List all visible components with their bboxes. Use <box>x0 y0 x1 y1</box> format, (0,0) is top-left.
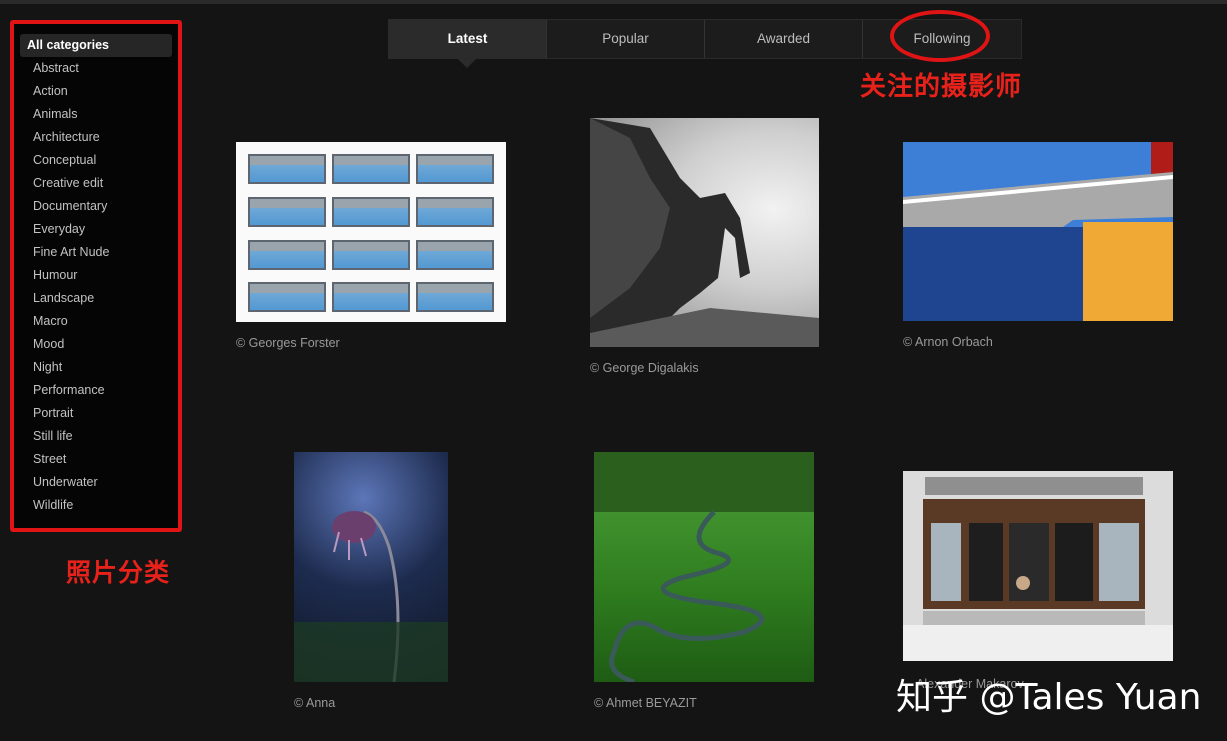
sea-arch-photo[interactable] <box>590 118 819 347</box>
category-animals[interactable]: Animals <box>20 103 172 126</box>
tab-following[interactable]: Following <box>863 20 1021 58</box>
category-sidebar: All categories Abstract Action Animals A… <box>14 24 178 530</box>
photo-caption[interactable]: © Arnon Orbach <box>903 335 993 349</box>
category-list: All categories Abstract Action Animals A… <box>14 24 178 517</box>
annotation-following-label: 关注的摄影师 <box>860 72 1023 102</box>
active-tab-pointer-icon <box>458 59 476 68</box>
feed-tabs: Latest Popular Awarded Following <box>388 19 1022 59</box>
category-wildlife[interactable]: Wildlife <box>20 494 172 517</box>
category-creative-edit[interactable]: Creative edit <box>20 172 172 195</box>
category-conceptual[interactable]: Conceptual <box>20 149 172 172</box>
photo-caption[interactable]: © Anna <box>294 696 335 710</box>
category-night[interactable]: Night <box>20 356 172 379</box>
window-photo[interactable] <box>903 471 1173 661</box>
photo-caption[interactable]: © Ahmet BEYAZIT <box>594 696 697 710</box>
category-macro[interactable]: Macro <box>20 310 172 333</box>
tab-awarded[interactable]: Awarded <box>705 20 863 58</box>
photo-caption[interactable]: © Georges Forster <box>236 336 340 350</box>
category-landscape[interactable]: Landscape <box>20 287 172 310</box>
category-architecture[interactable]: Architecture <box>20 126 172 149</box>
category-street[interactable]: Street <box>20 448 172 471</box>
river-photo[interactable] <box>594 452 814 682</box>
zhihu-watermark: 知乎 @Tales Yuan <box>896 677 1202 718</box>
category-portrait[interactable]: Portrait <box>20 402 172 425</box>
wall-photo[interactable] <box>903 142 1173 321</box>
annotation-categories-label: 照片分类 <box>66 558 171 587</box>
category-documentary[interactable]: Documentary <box>20 195 172 218</box>
tab-latest[interactable]: Latest <box>389 20 547 58</box>
category-still-life[interactable]: Still life <box>20 425 172 448</box>
category-mood[interactable]: Mood <box>20 333 172 356</box>
photo-caption[interactable]: © George Digalakis <box>590 361 699 375</box>
tab-popular[interactable]: Popular <box>547 20 705 58</box>
flower-photo[interactable] <box>294 452 448 682</box>
category-all[interactable]: All categories <box>20 34 172 57</box>
category-everyday[interactable]: Everyday <box>20 218 172 241</box>
category-underwater[interactable]: Underwater <box>20 471 172 494</box>
category-humour[interactable]: Humour <box>20 264 172 287</box>
category-fine-art-nude[interactable]: Fine Art Nude <box>20 241 172 264</box>
category-action[interactable]: Action <box>20 80 172 103</box>
building-photo[interactable] <box>236 142 506 322</box>
top-border <box>0 0 1227 4</box>
category-abstract[interactable]: Abstract <box>20 57 172 80</box>
category-performance[interactable]: Performance <box>20 379 172 402</box>
